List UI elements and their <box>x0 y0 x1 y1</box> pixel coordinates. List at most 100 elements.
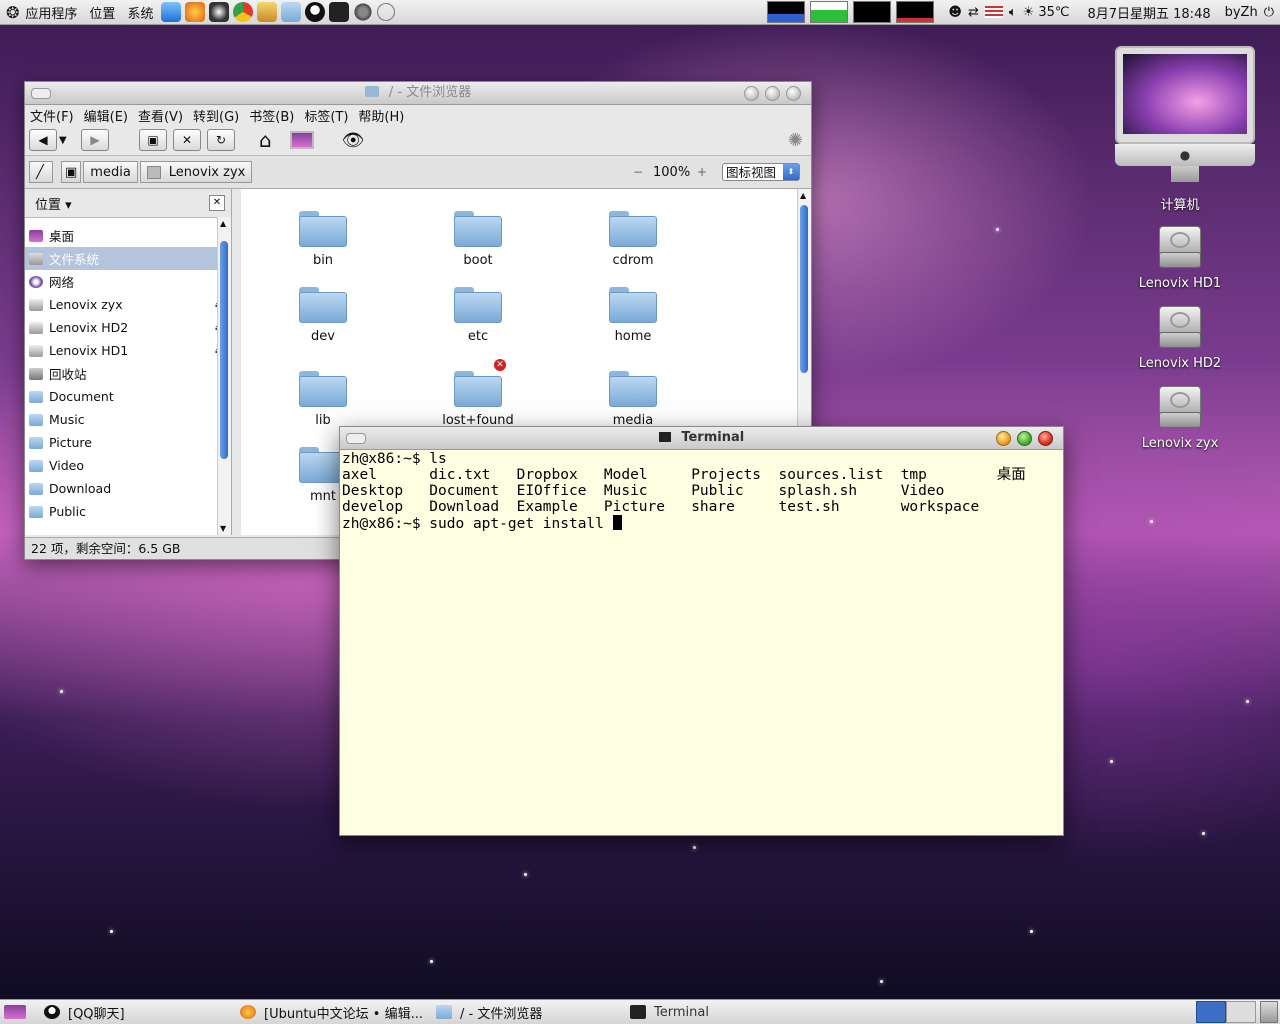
menu-edit[interactable]: 编辑(E) <box>79 106 133 125</box>
disk-monitor-graph[interactable] <box>896 1 935 23</box>
taskbar-item-terminal[interactable]: Terminal <box>630 1000 709 1024</box>
paint-launcher-icon[interactable] <box>257 2 278 22</box>
zoom-in-button[interactable]: + <box>697 165 707 179</box>
clock[interactable]: 8月7日星期五 18:48 <box>1087 3 1210 22</box>
user-name[interactable]: byZh <box>1225 5 1258 20</box>
sidebar-close-button[interactable]: ✕ <box>209 195 225 211</box>
sidebar-item[interactable]: Public <box>25 500 231 523</box>
back-history-dropdown-icon[interactable]: ▼ <box>59 135 75 146</box>
sidebar-item[interactable]: Lenovix zyx⏏ <box>25 293 231 316</box>
forward-button[interactable]: ▶ <box>81 129 109 151</box>
scroll-down-arrow[interactable]: ▼ <box>220 524 226 533</box>
desktop-icon-lenovix-zyx[interactable]: Lenovix zyx <box>1115 386 1245 451</box>
workspace-switcher[interactable] <box>1196 1000 1278 1024</box>
monitor-icon[interactable] <box>289 131 314 149</box>
sidebar-item[interactable]: Picture <box>25 431 231 454</box>
menu-bookmarks[interactable]: 书签(B) <box>244 106 299 125</box>
maximize-button[interactable] <box>1017 431 1032 446</box>
sidebar-mode-dropdown[interactable]: 位置 ▾ <box>35 194 72 213</box>
sidebar-item[interactable]: Video <box>25 454 231 477</box>
settings-launcher-icon[interactable] <box>209 2 230 22</box>
toggle-path-button[interactable]: ╱ <box>29 161 53 183</box>
chrome-launcher-icon[interactable] <box>233 2 254 22</box>
show-desktop-button[interactable] <box>4 1000 26 1024</box>
crosshair-launcher-icon[interactable] <box>377 3 396 21</box>
menu-system[interactable]: 系统 <box>121 3 159 22</box>
qq-tray-icon[interactable]: ☻ <box>948 5 962 20</box>
close-button[interactable] <box>786 86 801 101</box>
menu-help[interactable]: 帮助(H) <box>353 106 409 125</box>
zoom-out-button[interactable]: − <box>633 165 643 179</box>
breadcrumb-lenovix-zyx[interactable]: Lenovix zyx <box>139 161 253 183</box>
sidebar-item[interactable]: 文件系统 <box>25 247 231 270</box>
file-view-scroll-thumb[interactable] <box>800 205 808 373</box>
home-icon[interactable]: ⌂ <box>259 128 272 152</box>
scroll-up-arrow[interactable]: ▲ <box>220 219 226 228</box>
breadcrumb-media[interactable]: media <box>83 161 138 183</box>
folder-item[interactable]: cdrom <box>583 211 683 268</box>
workspace-1[interactable] <box>1196 1001 1226 1023</box>
music-launcher-icon[interactable] <box>161 2 182 22</box>
network-monitor-graph[interactable] <box>853 1 892 23</box>
terminal-titlebar[interactable]: Terminal <box>340 427 1063 450</box>
folder-item[interactable]: lib <box>273 371 373 428</box>
sidebar-item[interactable]: Lenovix HD1⏏ <box>25 339 231 362</box>
zoom-level[interactable]: 100% <box>653 165 690 180</box>
folder-item[interactable]: etc <box>428 287 528 344</box>
volume-icon[interactable]: 🔈︎ <box>1009 5 1017 20</box>
breadcrumb-root[interactable]: ▣ <box>61 161 82 183</box>
folder-item[interactable]: ✕ lost+found <box>428 359 528 428</box>
folder-launcher-icon[interactable] <box>281 2 302 22</box>
ubuntu-logo-icon[interactable]: ❂ <box>6 3 19 22</box>
menu-places[interactable]: 位置 <box>83 3 121 22</box>
menu-view[interactable]: 查看(V) <box>133 106 188 125</box>
minimize-button[interactable] <box>996 431 1011 446</box>
folder-item[interactable]: boot <box>428 211 528 268</box>
terminal-output[interactable]: zh@x86:~$ ls axel dic.txt Dropbox Model P… <box>340 450 1063 533</box>
network-tray-icon[interactable]: ⇄ <box>968 5 979 20</box>
trash-applet-icon[interactable] <box>1260 1001 1278 1023</box>
sidebar-scroll-thumb[interactable] <box>220 241 228 459</box>
desktop-icon-computer[interactable]: ● 计算机 <box>1115 46 1255 213</box>
us-flag-icon[interactable] <box>984 6 1003 18</box>
weather-sun-icon[interactable]: ☀ <box>1023 5 1035 20</box>
qq-launcher-icon[interactable] <box>305 2 326 22</box>
sidebar-item[interactable]: Music <box>25 408 231 431</box>
memory-monitor-graph[interactable] <box>810 1 849 23</box>
minimize-button[interactable] <box>744 86 759 101</box>
taskbar-item-file-browser[interactable]: / - 文件浏览器 <box>436 1000 542 1024</box>
folder-item[interactable]: home <box>583 287 683 344</box>
file-browser-titlebar[interactable]: / - 文件浏览器 <box>25 82 811 105</box>
cpu-monitor-graph[interactable] <box>767 1 806 23</box>
reload-button[interactable]: ↻ <box>207 129 235 151</box>
scroll-up-arrow[interactable]: ▲ <box>800 191 806 200</box>
maximize-button[interactable] <box>765 86 780 101</box>
taskbar-item-qq[interactable]: [QQ聊天] <box>44 1000 125 1024</box>
sidebar-item[interactable]: Document <box>25 385 231 408</box>
close-button[interactable] <box>1038 431 1053 446</box>
menu-tabs[interactable]: 标签(T) <box>299 106 353 125</box>
sidebar-item[interactable]: Download <box>25 477 231 500</box>
terminal-launcher-icon[interactable] <box>329 2 350 22</box>
window-menu-icon[interactable] <box>31 88 51 99</box>
power-icon[interactable]: ⏻ <box>1264 5 1274 20</box>
search-eye-icon[interactable]: 👁︎ <box>342 130 365 151</box>
view-mode-select[interactable]: 图标视图 ⬍ <box>722 163 800 181</box>
folder-item[interactable]: bin <box>273 211 373 268</box>
sidebar-item[interactable]: 网络 <box>25 270 231 293</box>
stop-button[interactable]: ✕ <box>173 129 201 151</box>
temperature-text[interactable]: 35℃ <box>1038 5 1069 20</box>
firefox-launcher-icon[interactable] <box>185 2 206 22</box>
desktop-icon-lenovix-hd1[interactable]: Lenovix HD1 <box>1115 226 1245 291</box>
terminal-prompt-line[interactable]: zh@x86:~$ sudo apt-get install <box>342 515 1061 532</box>
gear-launcher-icon[interactable] <box>353 2 374 22</box>
computer-button[interactable]: ▣ <box>139 129 167 151</box>
folder-item[interactable]: dev <box>273 287 373 344</box>
sidebar-scrollbar[interactable]: ▲ ▼ <box>217 217 231 535</box>
sidebar-item[interactable]: 回收站 <box>25 362 231 385</box>
menu-go[interactable]: 转到(G) <box>188 106 244 125</box>
sidebar-item[interactable]: 桌面 <box>25 224 231 247</box>
taskbar-item-firefox[interactable]: [Ubuntu中文论坛 • 编辑... <box>240 1000 423 1024</box>
sidebar-item[interactable]: Lenovix HD2⏏ <box>25 316 231 339</box>
desktop-icon-lenovix-hd2[interactable]: Lenovix HD2 <box>1115 306 1245 371</box>
